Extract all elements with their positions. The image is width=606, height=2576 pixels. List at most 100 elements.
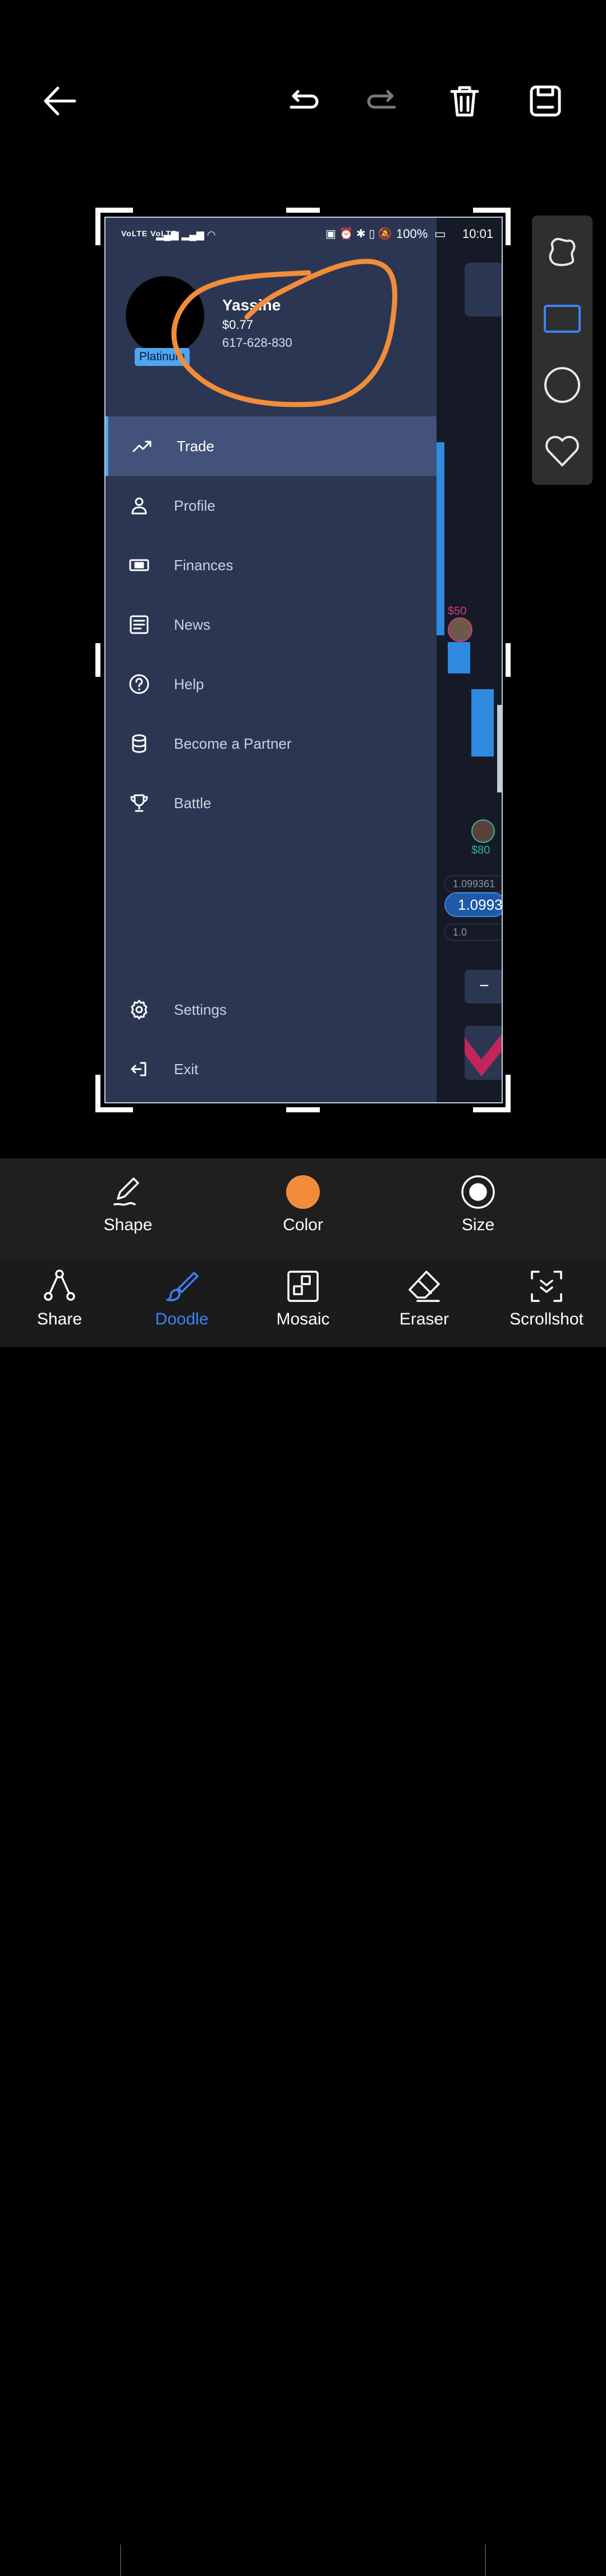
status-icons: ▣ ⏰ ✱ ▯ 🔕 — [325, 228, 392, 240]
price-tag: 1.0 — [444, 924, 502, 941]
redo-button[interactable] — [360, 79, 405, 123]
screenshot-preview: $50 $80 1.099361 1.0993 1.0 − VoLTE VoLT… — [104, 217, 503, 1103]
menu-label: Battle — [174, 794, 212, 812]
battery-icon: ▭ — [434, 227, 446, 241]
database-icon — [127, 731, 152, 756]
brush-icon — [166, 1272, 199, 1301]
menu-item-profile: Profile — [105, 476, 437, 535]
heart-shape-button[interactable] — [540, 429, 585, 474]
scrollshot-icon — [531, 1271, 562, 1302]
battery-level: 100% — [396, 227, 428, 241]
save-icon — [530, 85, 561, 117]
tool-label: Size — [461, 1216, 495, 1234]
trader-avatar — [471, 819, 495, 843]
eraser-tool[interactable]: Eraser — [374, 1268, 475, 1329]
heart-icon — [545, 436, 579, 466]
shape-option[interactable]: Shape — [77, 1174, 178, 1235]
status-bar-right: ▣ ⏰ ✱ ▯ 🔕 100% ▭ 10:01 — [322, 218, 502, 249]
user-balance: $0.77 — [222, 318, 254, 332]
chart-area: $50 $80 1.099361 1.0993 1.0 − — [437, 218, 502, 1102]
user-name: Yassine — [222, 296, 281, 314]
scrollshot-tool[interactable]: Scrollshot — [496, 1268, 597, 1329]
candle-bar — [437, 442, 444, 635]
circle-icon — [544, 367, 580, 403]
size-option[interactable]: Size — [428, 1174, 529, 1235]
candle-bar — [448, 642, 470, 673]
tool-label: Shape — [103, 1216, 153, 1234]
wifi-icon: ▂▄▆ ▂▄▆ ◠ — [156, 229, 216, 240]
divider — [485, 2545, 486, 2576]
tool-label: Share — [36, 1310, 82, 1328]
bet-label: $50 — [448, 605, 467, 617]
menu-label: Help — [174, 675, 204, 693]
edit-toolbar: Share Doodle Mosaic Eraser Scrollshot — [0, 1259, 606, 2576]
navigation-drawer: VoLTE VoLTE ▂▄▆ ▂▄▆ ◠ Platinum Yassine $… — [105, 218, 437, 1102]
menu-label: Settings — [174, 1001, 227, 1018]
color-dot-icon — [286, 1175, 320, 1209]
exit-icon — [127, 1057, 152, 1081]
gear-icon — [127, 997, 152, 1022]
avatar — [126, 276, 204, 355]
undo-icon — [290, 90, 319, 109]
help-icon — [127, 672, 152, 696]
chart-menu-button — [465, 263, 502, 317]
rectangle-icon — [544, 305, 581, 333]
clock: 10:01 — [462, 227, 494, 241]
tool-label: Mosaic — [276, 1310, 330, 1328]
menu-item-trade: Trade — [105, 416, 437, 476]
menu-item-settings: Settings — [105, 980, 437, 1039]
trophy-icon — [127, 791, 152, 815]
tool-label: Scrollshot — [509, 1310, 584, 1328]
share-tool[interactable]: Share — [9, 1268, 110, 1329]
undo-button[interactable] — [281, 79, 325, 123]
zoom-out-button: − — [465, 970, 502, 1003]
size-icon — [461, 1175, 495, 1209]
crop-handle-right[interactable] — [506, 643, 511, 677]
menu-item-battle: Battle — [105, 773, 437, 833]
doodle-tool[interactable]: Doodle — [131, 1268, 232, 1329]
menu-item-exit: Exit — [105, 1039, 437, 1099]
crop-handle-top[interactable] — [286, 208, 320, 213]
menu-item-news: News — [105, 595, 437, 654]
eraser-icon — [408, 1271, 440, 1302]
menu-label: Exit — [174, 1060, 199, 1078]
user-id: 617-628-830 — [222, 336, 292, 350]
mosaic-tool[interactable]: Mosaic — [252, 1268, 354, 1329]
crop-handle-left[interactable] — [95, 643, 100, 677]
tool-label: Eraser — [399, 1310, 449, 1328]
menu-label: Become a Partner — [174, 735, 292, 752]
save-button[interactable] — [523, 79, 568, 123]
divider — [120, 2545, 121, 2576]
current-price-tag: 1.0993 — [444, 892, 502, 917]
person-icon — [127, 493, 152, 518]
menu-item-finances: Finances — [105, 535, 437, 595]
cash-icon — [127, 553, 152, 577]
circle-shape-button[interactable] — [540, 363, 585, 407]
crop-handle-bottom[interactable] — [286, 1107, 320, 1112]
delete-button[interactable] — [442, 79, 487, 123]
menu-label: Finances — [174, 556, 233, 574]
color-option[interactable]: Color — [252, 1174, 354, 1235]
tier-badge: Platinum — [135, 348, 190, 366]
arrow-left-icon — [44, 86, 76, 116]
back-button[interactable] — [37, 79, 82, 123]
menu-item-help: Help — [105, 654, 437, 714]
tool-label: Doodle — [155, 1310, 209, 1328]
menu-item-partner: Become a Partner — [105, 714, 437, 773]
tool-label: Color — [283, 1216, 323, 1234]
menu-label: Trade — [177, 437, 214, 455]
menu-label: Profile — [174, 497, 215, 514]
candle-bar — [497, 705, 502, 792]
doodle-options-bar: Shape Color Size — [0, 1158, 606, 1259]
bet-label: $80 — [471, 844, 490, 856]
freeform-icon — [549, 237, 576, 267]
trader-avatar — [448, 617, 472, 642]
freeform-shape-button[interactable] — [540, 230, 585, 275]
redo-icon — [367, 90, 396, 109]
candle-bar — [471, 689, 494, 757]
price-tag: 1.099361 — [444, 876, 502, 892]
shape-panel — [532, 216, 593, 485]
trade-widget — [465, 1026, 502, 1080]
menu-label: News — [174, 616, 211, 633]
rectangle-shape-button[interactable] — [540, 296, 585, 341]
